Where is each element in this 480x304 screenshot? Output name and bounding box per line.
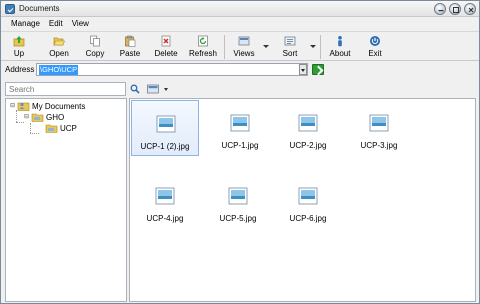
folder-icon [31,113,44,122]
go-button[interactable] [312,64,324,75]
refresh-button[interactable]: Refresh [187,33,219,61]
window-title: Documents [19,4,60,13]
image-file-icon [230,114,250,132]
collapse-toggle-icon[interactable]: ⊟ [10,101,17,112]
image-file-icon [298,114,318,132]
tree-connector [30,123,31,133]
open-button[interactable]: Open [45,33,73,61]
file-item[interactable]: UCP-2.jpg [274,100,342,156]
collapse-toggle-icon[interactable]: ⊟ [24,112,31,123]
menu-bar: Manage Edit View [1,17,479,30]
delete-icon [161,35,171,47]
maximize-button[interactable] [449,3,461,15]
info-icon [338,36,342,47]
file-list: UCP-1 (2).jpg UCP-1.jpg UCP-2.jpg UCP-3.… [129,98,476,302]
delete-button[interactable]: Delete [151,33,181,61]
close-icon [468,7,474,13]
tree-connector [16,122,24,123]
views-button[interactable]: Views [229,33,259,61]
exit-button[interactable]: Exit [363,33,387,61]
sort-icon [284,36,296,46]
address-label: Address [5,65,35,74]
search-row [1,80,479,98]
folder-icon [45,124,58,133]
folder-open-icon [53,37,65,46]
menu-manage[interactable]: Manage [11,19,40,28]
views-dropdown-arrow[interactable] [263,45,269,48]
maximize-icon [453,7,459,13]
image-file-icon [155,187,175,205]
copy-button[interactable]: Copy [82,33,108,61]
paste-icon [125,35,136,47]
tree-item-gho[interactable]: ⊟ GHO [24,112,64,123]
search-input[interactable] [5,82,126,96]
file-item[interactable]: UCP-3.jpg [345,100,413,156]
power-icon [370,36,380,46]
copy-icon [90,35,100,47]
toolbar: Up Open Copy Paste Delete Refresh Views … [1,31,479,61]
menu-view[interactable]: View [72,19,89,28]
image-file-icon [156,115,176,133]
views-icon [238,36,250,46]
tree-item-my-documents[interactable]: ⊟ My Documents [10,101,85,112]
file-item[interactable]: UCP-1.jpg [206,100,274,156]
address-dropdown-button[interactable] [299,64,307,75]
title-bar[interactable]: Documents [1,1,479,17]
menu-edit[interactable]: Edit [49,19,63,28]
image-file-icon [228,187,248,205]
sort-dropdown-arrow[interactable] [310,45,316,48]
folder-up-icon [13,36,25,47]
search-icon[interactable] [130,84,140,94]
about-button[interactable]: About [325,33,355,61]
image-file-icon [369,114,389,132]
up-button[interactable]: Up [7,33,31,61]
app-window: Documents Manage Edit View Up Open Copy … [0,0,480,304]
sort-button[interactable]: Sort [275,33,305,61]
address-field[interactable]: \GHO\UCP [36,63,308,76]
image-file-icon [298,187,318,205]
file-item[interactable]: UCP-4.jpg [131,173,199,229]
close-button[interactable] [464,3,476,15]
file-item[interactable]: UCP-6.jpg [274,173,342,229]
refresh-icon [198,35,208,47]
minimize-icon [438,10,444,12]
user-folder-icon [17,102,30,111]
toolbar-separator [224,35,225,59]
thumbnail-view-icon[interactable] [147,84,159,94]
address-bar: Address \GHO\UCP [1,62,479,78]
minimize-button[interactable] [434,3,446,15]
app-icon [5,4,15,14]
file-item[interactable]: UCP-1 (2).jpg [131,100,199,156]
tree-item-ucp[interactable]: UCP [38,123,77,134]
file-item[interactable]: UCP-5.jpg [204,173,272,229]
view-dropdown-arrow[interactable] [164,88,168,91]
folder-tree: ⊟ My Documents ⊟ GHO UCP [5,98,127,302]
toolbar-separator [320,35,321,59]
address-value[interactable]: \GHO\UCP [39,65,79,75]
paste-button[interactable]: Paste [117,33,143,61]
